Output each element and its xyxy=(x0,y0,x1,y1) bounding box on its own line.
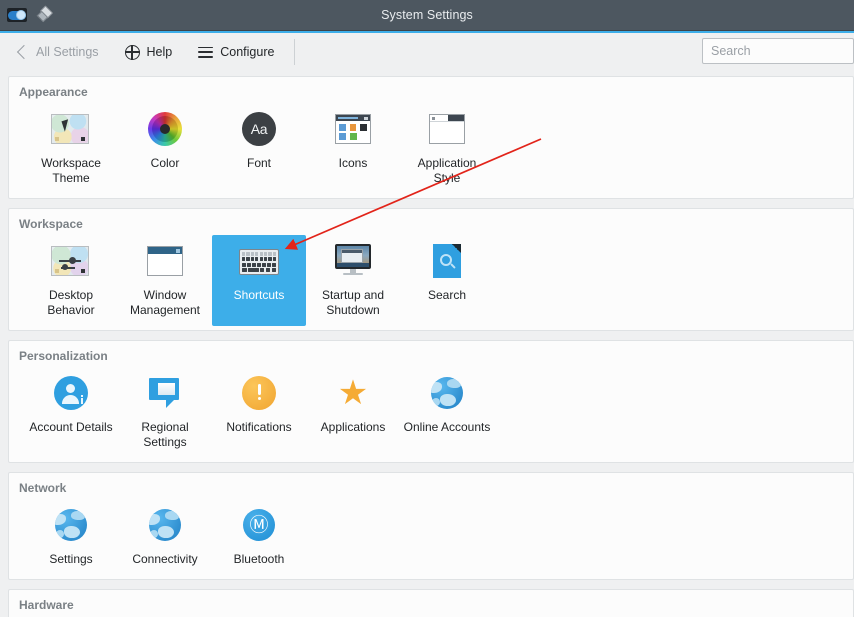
globe-network-settings-icon xyxy=(51,505,91,545)
configure-label: Configure xyxy=(220,45,275,59)
tile-workspace-theme[interactable]: Workspace Theme xyxy=(24,103,118,194)
tile-connectivity[interactable]: Connectivity xyxy=(118,499,212,575)
help-label: Help xyxy=(146,45,173,59)
tile-applications[interactable]: ★ Applications xyxy=(306,367,400,458)
tile-label: Account Details xyxy=(29,420,113,434)
tile-label: Startup and Shutdown xyxy=(321,288,385,317)
tile-window-management[interactable]: Window Management xyxy=(118,235,212,326)
system-settings-window: System Settings All Settings Help Config… xyxy=(0,0,854,617)
tile-account-details[interactable]: Account Details xyxy=(24,367,118,458)
workspace-theme-icon xyxy=(51,109,91,149)
tile-label: Desktop Behavior xyxy=(47,288,95,317)
section-workspace: Workspace Desktop Behavior Window Manage… xyxy=(8,208,854,331)
color-wheel-icon xyxy=(145,109,185,149)
titlebar-left-icons xyxy=(0,5,54,25)
tile-online-accounts[interactable]: Online Accounts xyxy=(400,367,494,458)
section-title: Network xyxy=(19,481,67,495)
section-grid xyxy=(9,614,853,616)
section-grid: Account Details Regional Settings Notifi… xyxy=(9,365,853,458)
tile-label: Connectivity xyxy=(132,552,198,566)
tile-label: Notifications xyxy=(226,420,292,434)
bluetooth-icon: Ⓜ xyxy=(239,505,279,545)
account-details-icon xyxy=(51,373,91,413)
section-grid: Settings Connectivity Ⓜ Bluetooth xyxy=(9,497,853,575)
section-grid: Workspace Theme Color Aa Font Icons Appl… xyxy=(9,101,853,194)
tile-regional-settings[interactable]: Regional Settings xyxy=(118,367,212,458)
tile-label: Font xyxy=(246,156,271,170)
help-icon xyxy=(124,44,140,60)
help-button[interactable]: Help xyxy=(115,38,183,66)
tile-label: Application Style xyxy=(417,156,477,185)
tile-bluetooth[interactable]: Ⓜ Bluetooth xyxy=(212,499,306,575)
desktop-behavior-icon xyxy=(51,241,91,281)
window-title: System Settings xyxy=(381,8,473,22)
search-input[interactable] xyxy=(702,38,854,64)
toggle-switch-icon[interactable] xyxy=(6,5,28,25)
window-management-icon xyxy=(145,241,185,281)
search-document-icon xyxy=(427,241,467,281)
tile-label: Workspace Theme xyxy=(41,156,101,185)
hamburger-menu-icon xyxy=(198,46,214,58)
section-title: Workspace xyxy=(19,217,83,231)
monitor-startup-icon xyxy=(333,241,373,281)
all-settings-label: All Settings xyxy=(36,45,99,59)
tile-label: Shortcuts xyxy=(233,288,285,302)
application-style-icon xyxy=(427,109,467,149)
star-applications-icon: ★ xyxy=(337,374,369,412)
tile-network-settings[interactable]: Settings xyxy=(24,499,118,575)
tile-label: Regional Settings xyxy=(141,420,189,449)
tile-label: Bluetooth xyxy=(233,552,285,566)
tile-label: Settings xyxy=(49,552,93,566)
tile-label: Color xyxy=(150,156,180,170)
settings-content: Appearance Workspace Theme Color Aa Font xyxy=(0,71,854,617)
tile-label: Window Management xyxy=(129,288,201,317)
main-toolbar: All Settings Help Configure xyxy=(0,33,854,72)
section-title: Appearance xyxy=(19,85,88,99)
tile-label: Applications xyxy=(320,420,386,434)
globe-online-accounts-icon xyxy=(427,373,467,413)
tile-shortcuts[interactable]: Shortcuts xyxy=(212,235,306,326)
notifications-icon xyxy=(239,373,279,413)
icons-window-icon xyxy=(333,109,373,149)
tile-label: Online Accounts xyxy=(403,420,491,434)
tile-color[interactable]: Color xyxy=(118,103,212,194)
chevron-left-icon xyxy=(16,44,32,60)
globe-connectivity-icon xyxy=(145,505,185,545)
section-hardware: Hardware xyxy=(8,589,854,617)
tile-icons[interactable]: Icons xyxy=(306,103,400,194)
search-container xyxy=(702,38,854,64)
tile-application-style[interactable]: Application Style xyxy=(400,103,494,194)
section-grid: Desktop Behavior Window Management Short… xyxy=(9,233,853,326)
section-personalization: Personalization Account Details Regional… xyxy=(8,340,854,463)
tile-label: Icons xyxy=(338,156,368,170)
window-titlebar: System Settings xyxy=(0,0,854,31)
tile-desktop-behavior[interactable]: Desktop Behavior xyxy=(24,235,118,326)
section-appearance: Appearance Workspace Theme Color Aa Font xyxy=(8,76,854,199)
tile-label: Search xyxy=(427,288,467,302)
regional-settings-icon xyxy=(145,373,185,413)
tile-font[interactable]: Aa Font xyxy=(212,103,306,194)
tile-search[interactable]: Search xyxy=(400,235,494,326)
toolbar-separator xyxy=(294,39,296,65)
font-aa-icon: Aa xyxy=(239,109,279,149)
configure-button[interactable]: Configure xyxy=(188,38,284,66)
keyboard-shortcuts-icon xyxy=(239,241,279,281)
section-title: Personalization xyxy=(19,349,108,363)
tile-startup-and-shutdown[interactable]: Startup and Shutdown xyxy=(306,235,400,326)
section-title: Hardware xyxy=(19,598,74,612)
all-settings-button[interactable]: All Settings xyxy=(6,38,109,66)
pin-icon[interactable] xyxy=(32,5,54,25)
tile-notifications[interactable]: Notifications xyxy=(212,367,306,458)
section-network: Network Settings Connectivity Ⓜ Bluetoot… xyxy=(8,472,854,580)
